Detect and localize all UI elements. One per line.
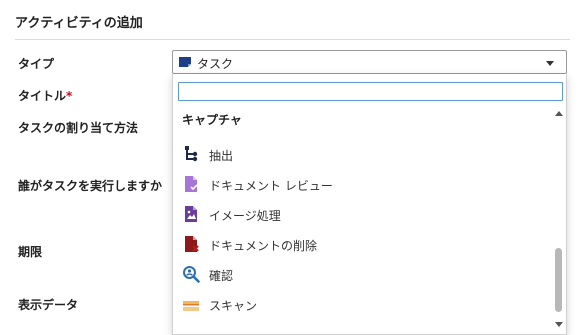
who-label: 誰がタスクを実行しますか xyxy=(18,179,163,193)
verify-icon xyxy=(183,266,200,283)
dialog-title: アクティビティの追加 xyxy=(15,16,143,31)
scroll-up-icon[interactable] xyxy=(555,111,563,116)
list-item-label: 確認 xyxy=(209,269,234,283)
dropdown-scrollbar[interactable] xyxy=(553,108,564,332)
due-label: 期限 xyxy=(18,245,43,259)
scrollbar-thumb[interactable] xyxy=(555,248,562,312)
type-label: タイプ xyxy=(18,57,55,71)
document-delete-icon xyxy=(185,236,199,252)
list-item-extract[interactable]: 抽出 xyxy=(173,139,555,169)
chevron-down-icon[interactable] xyxy=(546,61,554,66)
document-review-icon xyxy=(185,176,198,192)
list-item-label: ドキュメントの削除 xyxy=(209,239,318,253)
group-header-capture: キャプチャ xyxy=(182,113,242,127)
list-item-image-processing[interactable]: イメージ処理 xyxy=(173,199,555,229)
divider xyxy=(15,39,570,40)
type-select[interactable]: タスク xyxy=(172,50,567,74)
list-item-scan[interactable]: スキャン xyxy=(173,289,555,319)
list-item-label: 抽出 xyxy=(209,149,234,163)
list-item-document-delete[interactable]: ドキュメントの削除 xyxy=(173,229,555,259)
list-item-label: スキャン xyxy=(209,299,258,313)
list-item-label: ドキュメント レビュー xyxy=(209,179,333,193)
list-item-verify[interactable]: 確認 xyxy=(173,259,555,289)
scan-icon xyxy=(183,301,199,311)
type-select-value: タスク xyxy=(197,57,234,71)
type-dropdown: キャプチャ 抽出 ドキュメント レビュー イメージ処理 ドキュメントの削除 確認… xyxy=(172,74,567,335)
task-icon xyxy=(179,57,191,67)
extract-icon xyxy=(185,146,198,162)
dropdown-search-input[interactable] xyxy=(178,82,563,101)
scroll-down-icon[interactable] xyxy=(555,322,563,327)
display-data-label: 表示データ xyxy=(18,298,79,312)
clipped-item-icon xyxy=(182,131,200,133)
title-label: タイトル* xyxy=(18,89,73,103)
list-item[interactable] xyxy=(173,131,555,139)
assign-method-label: タスクの割り当て方法 xyxy=(18,121,139,135)
list-item-label: イメージ処理 xyxy=(209,209,281,223)
required-mark: * xyxy=(66,89,73,103)
dropdown-list: 抽出 ドキュメント レビュー イメージ処理 ドキュメントの削除 確認 スキャン xyxy=(173,131,555,334)
image-processing-icon xyxy=(185,206,197,222)
list-item-document-review[interactable]: ドキュメント レビュー xyxy=(173,169,555,199)
